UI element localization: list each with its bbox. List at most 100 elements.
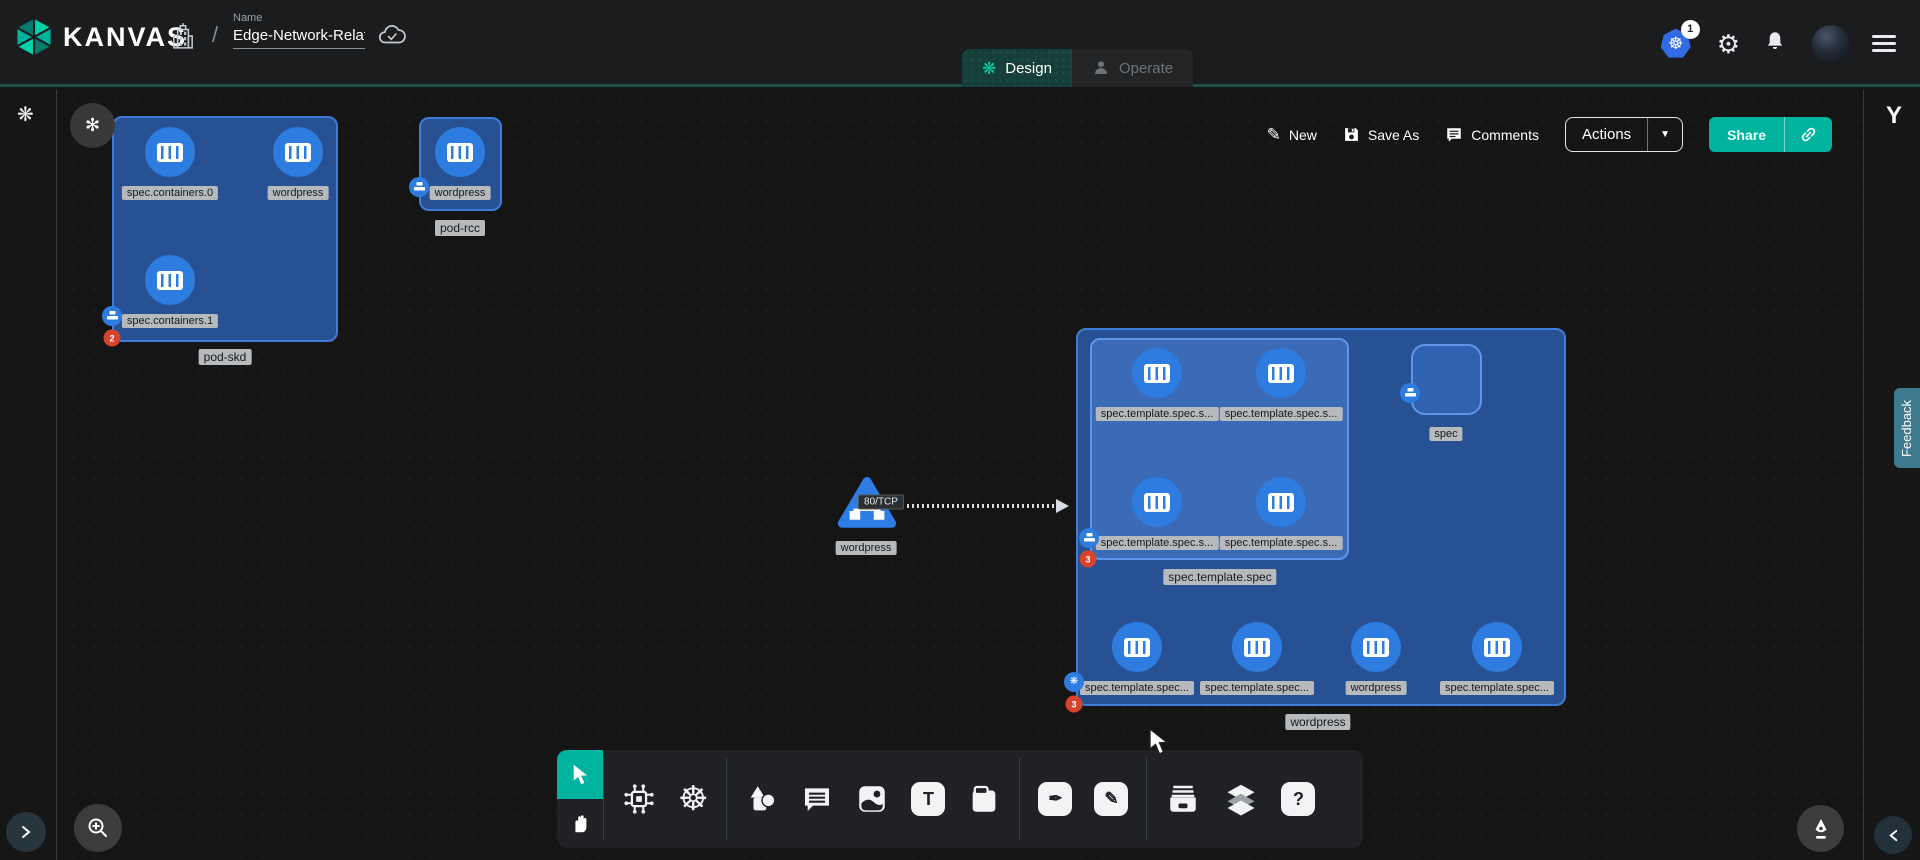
node-label: spec.containers.0: [122, 186, 218, 200]
left-rail: ❋: [0, 90, 57, 860]
edge-arrowhead-icon: [1056, 499, 1069, 513]
actions-button[interactable]: Actions ▼: [1565, 117, 1683, 152]
expand-left-panel-button[interactable]: [6, 812, 46, 852]
image-icon: [855, 782, 889, 816]
node-wordpress-container[interactable]: [435, 127, 485, 177]
pencil-freehand-icon: ✎: [1094, 782, 1128, 816]
new-button[interactable]: ✎ New: [1267, 125, 1317, 145]
pan-tool[interactable]: [557, 799, 603, 848]
node-label: spec: [1429, 427, 1462, 441]
node-wordpress-container[interactable]: [1351, 622, 1401, 672]
chevron-left-icon: [1887, 829, 1900, 842]
node-label: spec.template.spec...: [1200, 681, 1314, 695]
rack-badge-icon[interactable]: [409, 177, 429, 197]
help-icon: ?: [1281, 782, 1315, 816]
tab-design[interactable]: ❋ Design: [962, 49, 1072, 87]
magnifier-icon: [86, 816, 110, 840]
actions-dropdown-caret[interactable]: ▼: [1647, 118, 1682, 151]
node-template-container[interactable]: [1232, 622, 1282, 672]
pen-nib-icon: [1809, 817, 1833, 841]
design-spiral-icon: ❋: [982, 60, 996, 77]
error-count-badge[interactable]: 3: [1080, 551, 1097, 568]
design-canvas[interactable]: spec.containers.0 wordpress spec.contain…: [0, 90, 1920, 860]
container-icon: [1124, 638, 1150, 657]
comment-tool[interactable]: [801, 783, 833, 815]
kanvas-app: spec.containers.0 wordpress spec.contain…: [0, 0, 1920, 860]
user-avatar[interactable]: [1812, 25, 1850, 63]
organization-button[interactable]: [170, 22, 196, 55]
whiteboard-pen-button[interactable]: [1797, 805, 1844, 852]
hand-icon: [569, 813, 591, 835]
canvas-action-bar: ✎ New Save As Comments A: [1267, 117, 1832, 152]
layers-tool[interactable]: [1223, 781, 1259, 817]
image-tool[interactable]: [855, 782, 889, 816]
node-label: wordpress: [836, 541, 897, 555]
comment-icon: [801, 783, 833, 815]
copy-link-button[interactable]: [1784, 117, 1832, 152]
error-count-badge[interactable]: 2: [104, 330, 121, 347]
building-icon: [170, 22, 196, 50]
help-tool[interactable]: ?: [1281, 782, 1315, 816]
kanvas-logo[interactable]: KANVAS: [13, 14, 187, 60]
meshery-spiral-icon[interactable]: ❋: [17, 102, 34, 127]
layers-icon: [1223, 781, 1259, 817]
save-as-button[interactable]: Save As: [1343, 126, 1419, 143]
tab-operate[interactable]: Operate: [1072, 49, 1193, 87]
kubernetes-icon: ☸: [1668, 34, 1683, 54]
collapse-right-panel-button[interactable]: [1874, 816, 1912, 854]
container-icon: [285, 143, 311, 162]
node-spec-containers-1[interactable]: [145, 255, 195, 305]
node-label: spec.template.spec...: [1080, 681, 1194, 695]
mouse-cursor-icon: [1148, 728, 1170, 761]
node-label: wordpress: [1346, 681, 1407, 695]
node-spec-containers-0[interactable]: [145, 127, 195, 177]
zoom-button[interactable]: [74, 804, 122, 852]
node-label: spec.template.spec.s...: [1096, 407, 1219, 421]
node-wordpress-container[interactable]: [273, 127, 323, 177]
container-icon: [1144, 364, 1170, 383]
node-label: spec.template.spec.s...: [1220, 407, 1343, 421]
error-count-badge[interactable]: 3: [1066, 696, 1083, 713]
text-tool[interactable]: T: [911, 782, 945, 816]
draw-line-tool[interactable]: ✒: [1038, 782, 1072, 816]
node-template-container[interactable]: [1132, 348, 1182, 398]
rack-badge-icon[interactable]: [1400, 383, 1420, 403]
archive-tool[interactable]: [1165, 781, 1201, 817]
node-template-container[interactable]: [1472, 622, 1522, 672]
link-icon: [1799, 125, 1818, 144]
shapes-tool[interactable]: [745, 782, 779, 816]
container-icon: [1144, 493, 1170, 512]
draw-freehand-tool[interactable]: ✎: [1094, 782, 1128, 816]
comments-button[interactable]: Comments: [1445, 126, 1539, 144]
node-label: spec.template.spec...: [1440, 681, 1554, 695]
collapsed-gear-node[interactable]: ✻: [70, 103, 115, 148]
share-button[interactable]: Share: [1709, 117, 1832, 152]
design-name-input[interactable]: [233, 24, 365, 49]
yaml-panel-toggle[interactable]: Y: [1886, 102, 1902, 130]
mesh-badge-icon[interactable]: ❋: [1064, 672, 1084, 692]
node-template-container[interactable]: [1256, 348, 1306, 398]
sticky-note-tool[interactable]: [967, 782, 1001, 816]
component-tool[interactable]: [622, 782, 656, 816]
notifications-button[interactable]: [1764, 29, 1786, 58]
node-template-container[interactable]: [1112, 622, 1162, 672]
settings-button[interactable]: ⚙: [1717, 31, 1740, 57]
group-spec-template-spec[interactable]: [1090, 338, 1349, 560]
group-label-spec-template-spec: spec.template.spec: [1163, 569, 1276, 585]
rack-badge-icon[interactable]: [1079, 528, 1099, 548]
select-tool[interactable]: [557, 750, 603, 799]
node-spec[interactable]: [1411, 344, 1482, 415]
feedback-tab[interactable]: Feedback: [1894, 388, 1920, 468]
mode-tabs: ❋ Design Operate: [962, 49, 1193, 87]
pointer-icon: [570, 764, 590, 786]
kubernetes-context-button[interactable]: ☸ 1: [1661, 29, 1691, 59]
menu-button[interactable]: [1872, 31, 1896, 56]
rack-badge-icon[interactable]: [102, 306, 122, 326]
kubernetes-tool[interactable]: ☸: [678, 782, 708, 816]
node-template-container[interactable]: [1256, 477, 1306, 527]
group-label-wordpress: wordpress: [1285, 714, 1350, 730]
node-template-container[interactable]: [1132, 477, 1182, 527]
gear-icon: ⚙: [1717, 29, 1740, 59]
container-icon: [157, 143, 183, 162]
comment-icon: [1445, 126, 1463, 144]
